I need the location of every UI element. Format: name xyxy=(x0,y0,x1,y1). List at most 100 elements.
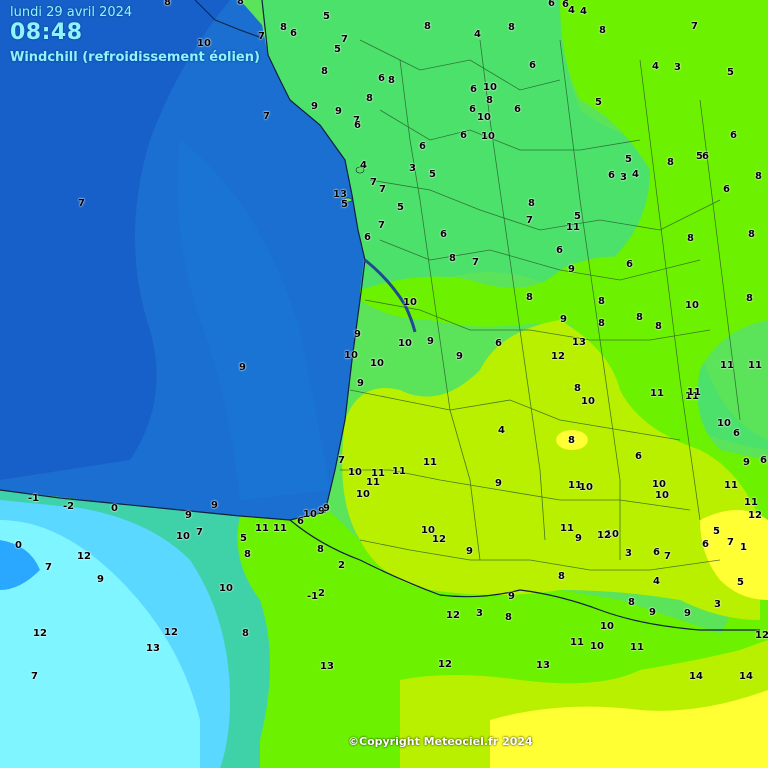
windchill-value: 12 xyxy=(164,627,178,638)
windchill-value: 3 xyxy=(476,608,483,619)
windchill-value: 8 xyxy=(486,95,493,106)
windchill-value: 8 xyxy=(321,66,328,77)
windchill-value: 7 xyxy=(31,671,38,682)
windchill-value: 6 xyxy=(364,232,371,243)
windchill-value: 8 xyxy=(528,198,535,209)
windchill-value: 8 xyxy=(237,0,244,7)
windchill-value: 11 xyxy=(650,388,664,399)
windchill-value: 13 xyxy=(320,661,334,672)
windchill-value: 4 xyxy=(580,6,587,17)
windchill-value: 5 xyxy=(323,11,330,22)
windchill-value: 10 xyxy=(403,297,417,308)
windchill-value: 11 xyxy=(724,480,738,491)
windchill-value: 9 xyxy=(560,314,567,325)
windchill-value: 12 xyxy=(438,659,452,670)
windchill-value: 8 xyxy=(667,157,674,168)
windchill-value: 8 xyxy=(574,383,581,394)
windchill-value: 7 xyxy=(45,562,52,573)
windchill-value: 6 xyxy=(440,229,447,240)
windchill-value: 6 xyxy=(297,516,304,527)
windchill-value: 3 xyxy=(714,599,721,610)
copyright: ©Copyright Meteociel.fr 2024 xyxy=(348,735,533,748)
windchill-value: 9 xyxy=(427,336,434,347)
windchill-value: 4 xyxy=(474,29,481,40)
windchill-value: 0 xyxy=(111,503,118,514)
windchill-value: 10 xyxy=(197,38,211,49)
windchill-value: 6 xyxy=(556,245,563,256)
windchill-value: 13 xyxy=(572,337,586,348)
windchill-value: 14 xyxy=(739,671,753,682)
windchill-value: 8 xyxy=(599,25,606,36)
windchill-value: 12 xyxy=(748,510,762,521)
windchill-value: 5 xyxy=(595,97,602,108)
map-canvas xyxy=(0,0,768,768)
windchill-value: 13 xyxy=(146,643,160,654)
windchill-value: 5 xyxy=(397,202,404,213)
windchill-value: 8 xyxy=(558,571,565,582)
windchill-value: 11 xyxy=(748,360,762,371)
windchill-value: 7 xyxy=(263,111,270,122)
windchill-value: 8 xyxy=(164,0,171,8)
windchill-value: 10 xyxy=(477,112,491,123)
windchill-value: 8 xyxy=(244,549,251,560)
windchill-value: 10 xyxy=(356,489,370,500)
windchill-map: lundi 29 avril 2024 08:48 Windchill (ref… xyxy=(0,0,768,768)
header-date: lundi 29 avril 2024 xyxy=(10,5,133,20)
windchill-value: 9 xyxy=(649,607,656,618)
windchill-value: 9 xyxy=(357,378,364,389)
windchill-value: 3 xyxy=(620,172,627,183)
windchill-value: 8 xyxy=(317,544,324,555)
windchill-value: 12 xyxy=(551,351,565,362)
windchill-value: 11 xyxy=(720,360,734,371)
windchill-value: 5 xyxy=(713,526,720,537)
windchill-value: 6 xyxy=(495,338,502,349)
windchill-value: 4 xyxy=(568,5,575,16)
windchill-value: 12 xyxy=(446,610,460,621)
windchill-value: 7 xyxy=(378,220,385,231)
windchill-value: 6 xyxy=(514,104,521,115)
windchill-value: 10 xyxy=(481,131,495,142)
windchill-value: 14 xyxy=(689,671,703,682)
windchill-value: 6 xyxy=(419,141,426,152)
windchill-value: 3 xyxy=(625,548,632,559)
windchill-value: 11 xyxy=(560,523,574,534)
windchill-value: 11 xyxy=(423,457,437,468)
windchill-value: 5 xyxy=(625,154,632,165)
windchill-value: 10 xyxy=(348,467,362,478)
windchill-value: 7 xyxy=(691,21,698,32)
windchill-value: 6 xyxy=(626,259,633,270)
windchill-value: 9 xyxy=(684,608,691,619)
windchill-value: 9 xyxy=(97,574,104,585)
windchill-value: 10 xyxy=(655,490,669,501)
windchill-value: 6 xyxy=(529,60,536,71)
windchill-value: 7 xyxy=(664,551,671,562)
windchill-value: 9 xyxy=(575,533,582,544)
windchill-value: 9 xyxy=(335,106,342,117)
windchill-value: 10 xyxy=(600,621,614,632)
windchill-value: 5 xyxy=(574,211,581,222)
windchill-value: 5 xyxy=(429,169,436,180)
windchill-value: 13 xyxy=(536,660,550,671)
windchill-value: 2 xyxy=(338,560,345,571)
windchill-value: 9 xyxy=(495,478,502,489)
windchill-value: 6 xyxy=(608,170,615,181)
windchill-value: 11 xyxy=(273,523,287,534)
windchill-value: 10 xyxy=(579,482,593,493)
windchill-value: 9 xyxy=(354,329,361,340)
windchill-value: 11 xyxy=(366,477,380,488)
windchill-value: 9 xyxy=(239,362,246,373)
windchill-value: 6 xyxy=(354,120,361,131)
windchill-value: 7 xyxy=(338,455,345,466)
windchill-value: 7 xyxy=(727,537,734,548)
windchill-value: 11 xyxy=(744,497,758,508)
windchill-value: -1 xyxy=(28,493,40,504)
windchill-value: 10 xyxy=(303,509,317,520)
windchill-value: 4 xyxy=(652,61,659,72)
windchill-value: 6 xyxy=(702,151,709,162)
windchill-value: 7 xyxy=(78,198,85,209)
windchill-value: 11 xyxy=(392,466,406,477)
windchill-value: 10 xyxy=(685,300,699,311)
windchill-value: 5 xyxy=(240,533,247,544)
windchill-value: -1 xyxy=(307,591,319,602)
windchill-value: 4 xyxy=(360,160,367,171)
